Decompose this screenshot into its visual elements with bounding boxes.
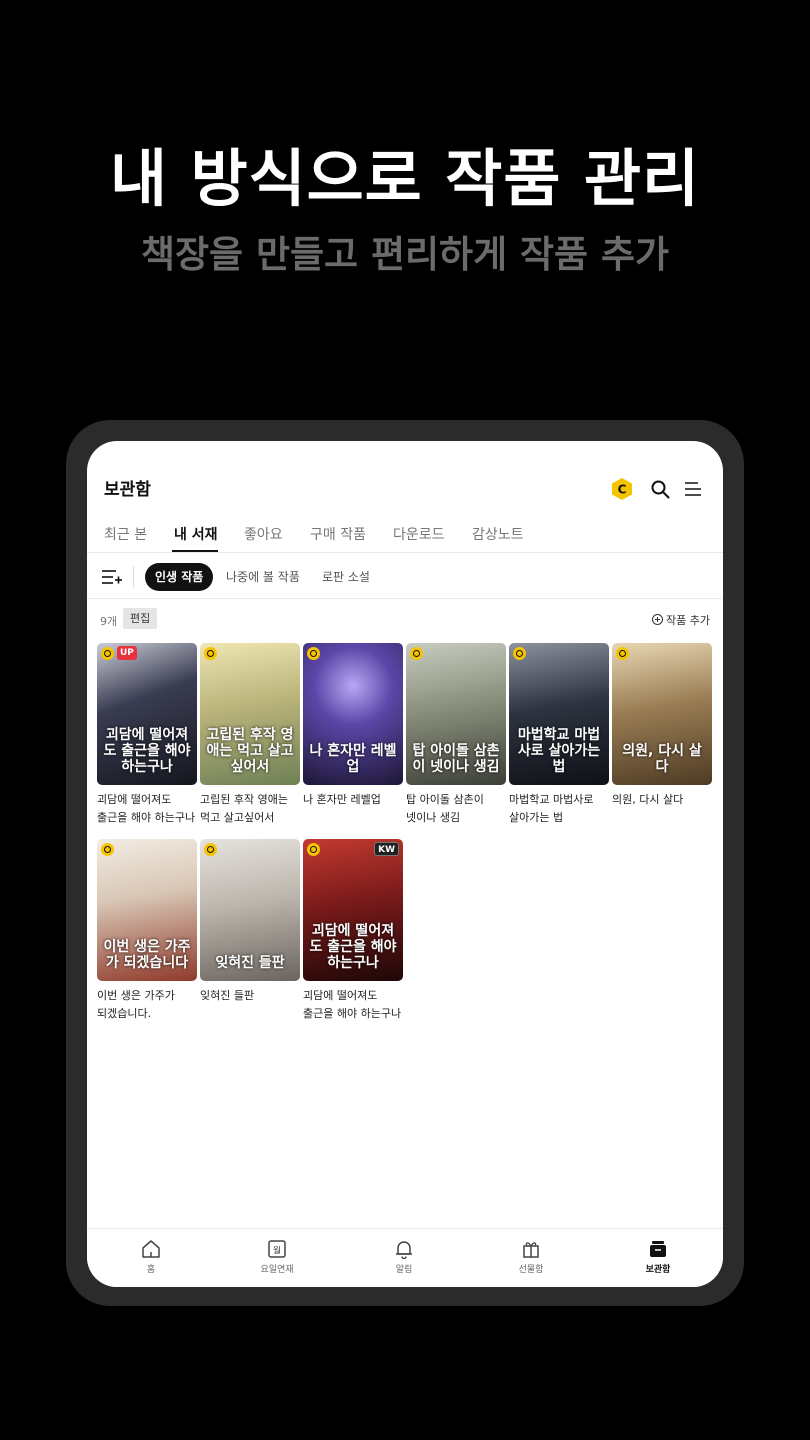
- work-title: 마법학교 마법사로 살아가는 법: [509, 793, 594, 824]
- library-tabs: 최근 본 내 서재 좋아요 구매 작품 다운로드 감상노트: [87, 521, 723, 553]
- add-work-label: 작품 추가: [666, 614, 710, 627]
- cover-title: 이번 생은 가주가 되겠습니다: [103, 938, 191, 971]
- bell-icon: [396, 1241, 412, 1259]
- cover-title: 나 혼자만 레벨업: [309, 742, 397, 775]
- cover-title: 의원, 다시 살다: [622, 742, 702, 775]
- work-title: 의원, 다시 살다: [612, 793, 684, 806]
- calendar-icon: 월: [268, 1240, 286, 1258]
- work-cover: 잊혀진 들판: [200, 839, 300, 981]
- nav-label: 요일연재: [260, 1265, 294, 1275]
- nav-label: 홈: [146, 1265, 156, 1275]
- library-icon: [650, 1241, 666, 1257]
- nav-library[interactable]: 보관함: [618, 1239, 698, 1275]
- home-icon: [142, 1240, 160, 1258]
- shelf-chip-romance-fantasy[interactable]: 로판 소설: [322, 563, 370, 591]
- page-title: 보관함: [104, 480, 151, 500]
- work-cover: 괴담에 떨어져도 출근을 해야 하는구나 KW: [303, 839, 403, 981]
- calendar-day-text: 월: [273, 1245, 281, 1257]
- work-cover: 이번 생은 가주가 되겠습니다: [97, 839, 197, 981]
- promo-title: 내 방식으로 작품 관리: [109, 142, 701, 215]
- nav-label: 선물함: [518, 1265, 544, 1275]
- work-title: 잊혀진 들판: [200, 989, 255, 1002]
- menu-icon[interactable]: [684, 480, 702, 498]
- work-card[interactable]: 탑 아이돌 삼촌이 넷이나 생김 탑 아이돌 삼촌이 넷이나 생김: [406, 643, 506, 827]
- work-card[interactable]: 의원, 다시 살다 의원, 다시 살다: [612, 643, 712, 809]
- cover-title: 마법학교 마법사로 살아가는 법: [517, 726, 601, 775]
- cover-title: 잊혀진 들판: [215, 954, 285, 971]
- work-cover: 마법학교 마법사로 살아가는 법: [509, 643, 609, 785]
- cover-title: 탑 아이돌 삼촌이 넷이나 생김: [412, 742, 500, 775]
- nav-gifts[interactable]: 선물함: [491, 1239, 571, 1275]
- work-cover: 괴담에 떨어져도 출근을 해야 하는구나 UP: [97, 643, 197, 785]
- clock-icon: [307, 843, 320, 856]
- shelf-chip-later[interactable]: 나중에 볼 작품: [226, 563, 300, 591]
- shelf-chip-favorite[interactable]: 인생 작품: [145, 563, 214, 591]
- search-icon[interactable]: [650, 479, 670, 499]
- work-title: 이번 생은 가주가 되겠습니다.: [97, 989, 175, 1020]
- edit-button[interactable]: 편집: [123, 608, 158, 629]
- active-tab-indicator: [172, 550, 218, 552]
- work-card[interactable]: 나 혼자만 레벨업 나 혼자만 레벨업: [303, 643, 403, 809]
- coin-icon[interactable]: C: [611, 477, 633, 501]
- clock-icon: [204, 647, 217, 660]
- clock-icon: [204, 843, 217, 856]
- clock-icon: [307, 647, 320, 660]
- work-cover: 고립된 후작 영애는 먹고 살고 싶어서: [200, 643, 300, 785]
- nav-home[interactable]: 홈: [111, 1239, 191, 1275]
- plus-circle-icon: [652, 614, 663, 625]
- clock-icon: [513, 647, 526, 660]
- bottom-nav: 홈 월 요일연재 알림 선물함 보관함: [87, 1228, 723, 1287]
- work-card[interactable]: 마법학교 마법사로 살아가는 법 마법학교 마법사로 살아가는 법: [509, 643, 609, 827]
- divider: [133, 566, 134, 588]
- work-title: 탑 아이돌 삼촌이 넷이나 생김: [406, 793, 484, 824]
- add-shelf-icon[interactable]: [101, 568, 123, 586]
- work-card[interactable]: 괴담에 떨어져도 출근을 해야 하는구나 UP 괴담에 떨어져도 출근을 해야 …: [97, 643, 197, 827]
- up-badge: UP: [117, 646, 137, 660]
- kw-badge: KW: [374, 842, 399, 856]
- clock-icon: [410, 647, 423, 660]
- tab-recent[interactable]: 최근 본: [104, 524, 147, 544]
- work-card[interactable]: 이번 생은 가주가 되겠습니다 이번 생은 가주가 되겠습니다.: [97, 839, 197, 1023]
- nav-notifications[interactable]: 알림: [364, 1239, 444, 1275]
- cover-title: 고립된 후작 영애는 먹고 살고 싶어서: [206, 726, 294, 775]
- tab-purchased[interactable]: 구매 작품: [310, 524, 366, 544]
- work-card[interactable]: 잊혀진 들판 잊혀진 들판: [200, 839, 300, 1005]
- gift-icon: [523, 1242, 539, 1258]
- nav-label: 보관함: [645, 1265, 671, 1275]
- work-title: 괴담에 떨어져도 출근을 해야 하는구나: [303, 989, 402, 1020]
- work-cover: 탑 아이돌 삼촌이 넷이나 생김: [406, 643, 506, 785]
- work-cover: 나 혼자만 레벨업: [303, 643, 403, 785]
- tab-downloads[interactable]: 다운로드: [393, 524, 445, 544]
- nav-weekly[interactable]: 월 요일연재: [237, 1239, 317, 1275]
- tab-likes[interactable]: 좋아요: [244, 524, 283, 544]
- work-card[interactable]: 고립된 후작 영애는 먹고 살고 싶어서 고립된 후작 영애는 먹고 살고싶어서: [200, 643, 300, 827]
- clock-icon: [101, 843, 114, 856]
- coin-letter: C: [618, 483, 627, 497]
- tab-reading-notes[interactable]: 감상노트: [472, 524, 524, 544]
- clock-icon: [616, 647, 629, 660]
- nav-label: 알림: [395, 1265, 413, 1275]
- clock-icon: [101, 647, 114, 660]
- promo-subtitle: 책장을 만들고 편리하게 작품 추가: [140, 233, 670, 276]
- cover-title: 괴담에 떨어져도 출근을 해야 하는구나: [103, 726, 191, 775]
- tab-my-library[interactable]: 내 서재: [174, 524, 218, 544]
- work-cover: 의원, 다시 살다: [612, 643, 712, 785]
- work-title: 괴담에 떨어져도 출근을 해야 하는구나: [97, 793, 196, 824]
- add-work-button[interactable]: 작품 추가: [652, 612, 710, 628]
- work-card[interactable]: 괴담에 떨어져도 출근을 해야 하는구나 KW 괴담에 떨어져도 출근을 해야 …: [303, 839, 403, 1023]
- tablet-frame: 보관함 C 최근 본 내 서재 좋아요 구매 작품 다운로드 감상노트 인생 작…: [66, 420, 744, 1306]
- work-title: 나 혼자만 레벨업: [303, 793, 381, 806]
- work-count: 9개: [100, 615, 118, 628]
- work-title: 고립된 후작 영애는 먹고 살고싶어서: [200, 793, 288, 824]
- cover-title: 괴담에 떨어져도 출근을 해야 하는구나: [309, 922, 397, 971]
- app-screen: 보관함 C 최근 본 내 서재 좋아요 구매 작품 다운로드 감상노트 인생 작…: [87, 441, 723, 1287]
- shelf-row: 인생 작품 나중에 볼 작품 로판 소설: [87, 554, 723, 599]
